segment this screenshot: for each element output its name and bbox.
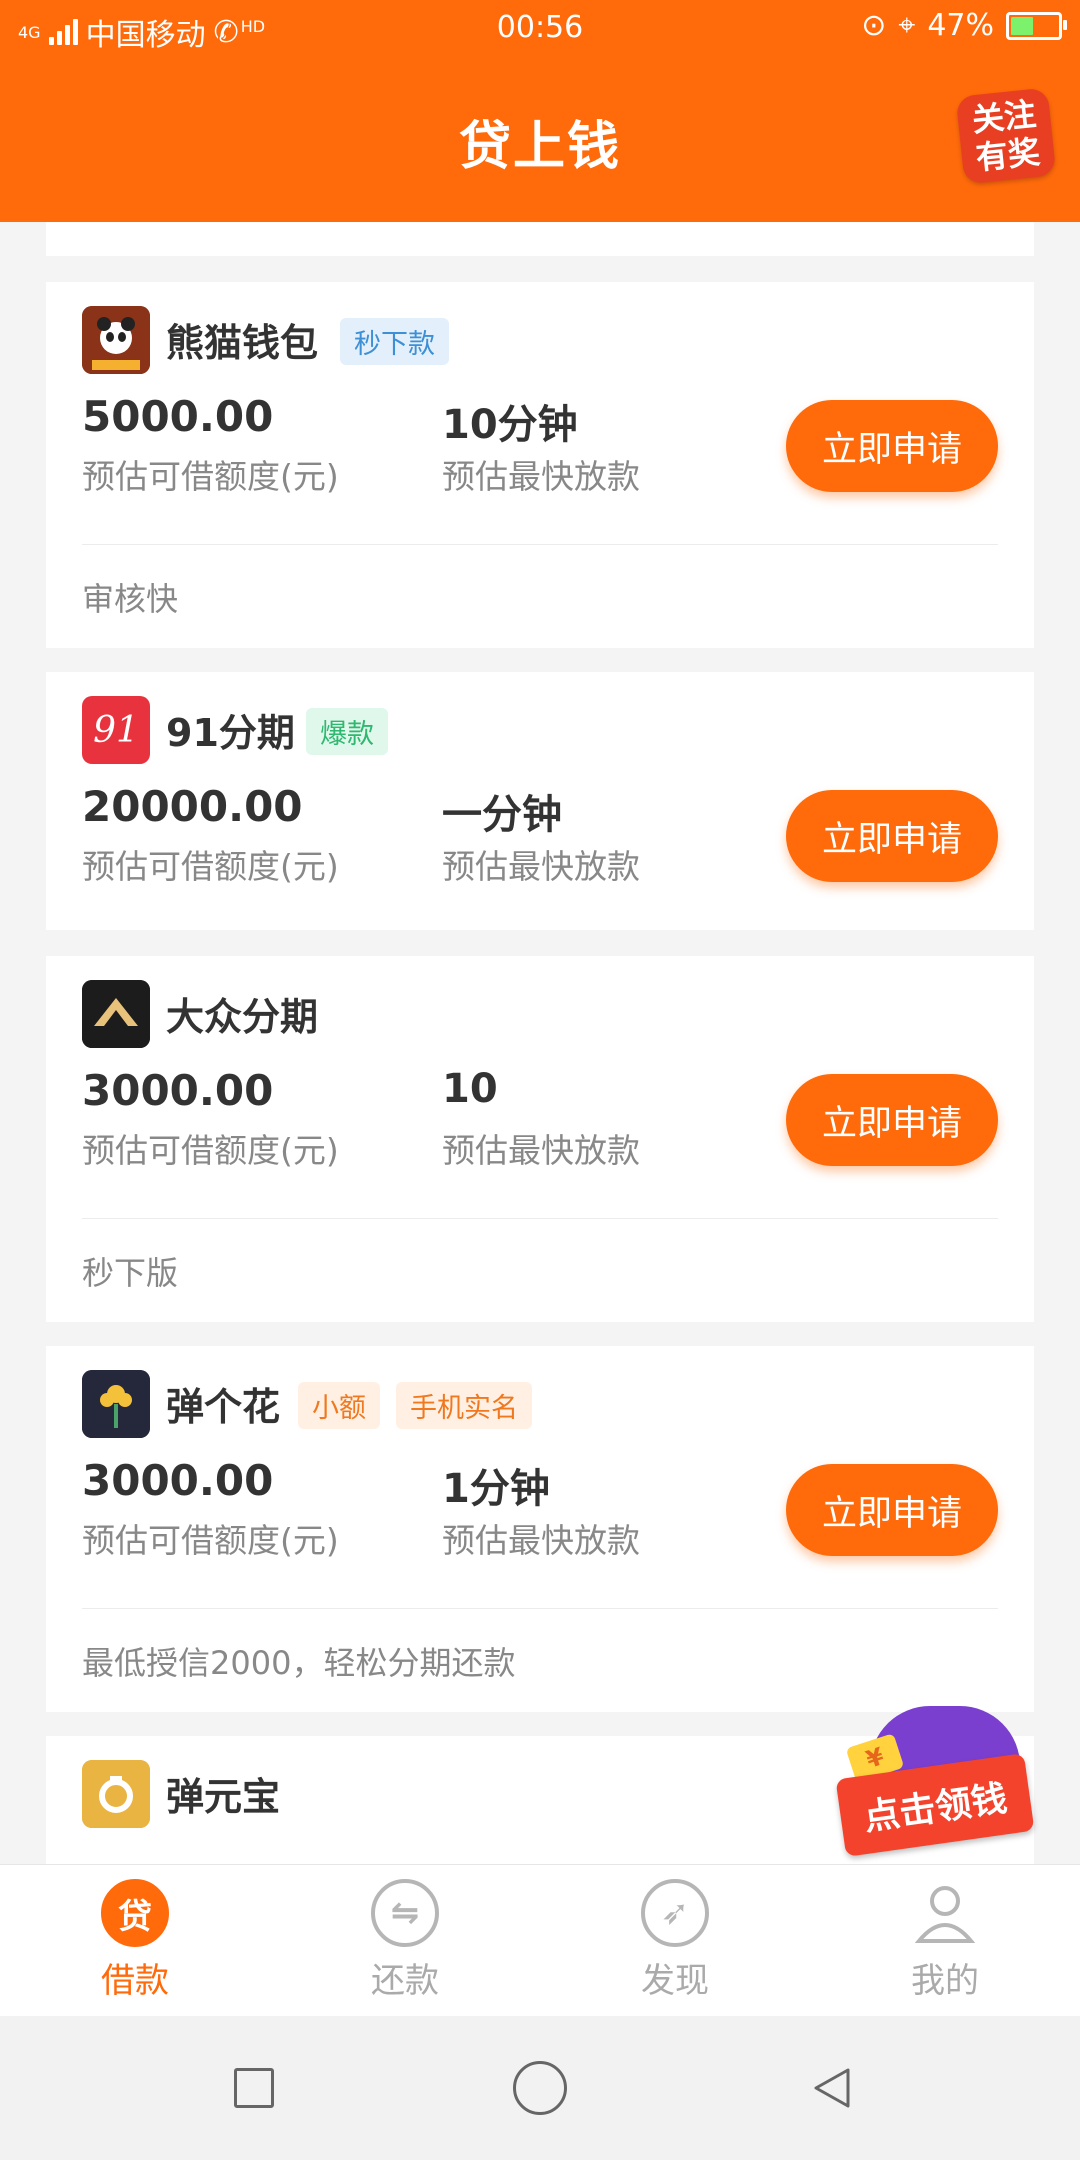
tag: 手机实名 [396,1382,532,1429]
discover-icon: ➶ [641,1879,709,1947]
dazhong-logo-icon [82,980,150,1048]
page-title: 贷上钱 [458,117,621,177]
loan-amount-label: 预估可借额度(元) [82,847,339,886]
bottom-navigation: 贷 借款 ⇋ 还款 ➶ 发现 我的 [0,1864,1080,2017]
recent-apps-button[interactable] [234,2068,274,2108]
loan-time-label: 预估最快放款 [442,847,640,886]
loan-name: 大众分期 [166,995,319,1039]
location-icon: ⌖ [898,8,916,43]
follow-reward-badge[interactable]: 关注 有奖 [955,87,1057,185]
rotation-lock-icon: ⊙ [861,8,887,43]
nav-item-repay[interactable]: ⇋ 还款 [270,1879,540,2002]
nav-label: 还款 [371,1961,439,2001]
loan-name: 弹元宝 [166,1775,281,1819]
nav-label: 发现 [641,1961,709,2001]
loan-amount: 20000.00 [82,782,303,831]
loan-amount: 3000.00 [82,1456,274,1505]
logo-text: 91 [93,709,139,751]
nav-label: 借款 [101,1961,169,2001]
apply-button[interactable]: 立即申请 [786,400,998,492]
divider [82,1218,998,1219]
loan-note: 秒下版 [82,1254,179,1292]
loan-time: 10 [442,1066,498,1112]
repay-icon: ⇋ [371,1879,439,1947]
loan-card[interactable]: 熊猫钱包 秒下款 5000.00 预估可借额度(元) 10分钟 预估最快放款 立… [46,282,1034,648]
loan-time: 10分钟 [442,402,578,448]
loan-amount-label: 预估可借额度(元) [82,457,339,496]
loan-amount: 3000.00 [82,1066,274,1115]
loan-note: 最低授信2000，轻松分期还款 [82,1644,516,1682]
app-header: 4G 中国移动 ✆ HD 00:56 ⊙ ⌖ 47% 贷上钱 关注 有奖 [0,0,1080,222]
battery-percent: 47% [927,8,994,43]
tanyuanbao-logo-icon [82,1760,150,1828]
nav-item-loan[interactable]: 贷 借款 [0,1879,270,2002]
loan-amount-label: 预估可借额度(元) [82,1131,339,1170]
loan-card[interactable]: 大众分期 3000.00 预估可借额度(元) 10 预估最快放款 立即申请 秒下… [46,956,1034,1322]
panda-wallet-logo-icon [82,306,150,374]
back-button[interactable] [808,2064,856,2112]
loan-note: 审核快 [82,580,179,618]
tag: 爆款 [306,708,388,755]
apply-button[interactable]: 立即申请 [786,1074,998,1166]
tag-list: 爆款 [306,708,388,755]
loan-name: 熊猫钱包 [166,321,319,365]
tag-list: 小额 手机实名 [298,1382,532,1429]
loan-card[interactable]: 91 91分期 爆款 20000.00 预估可借额度(元) 一分钟 预估最快放款… [46,672,1034,930]
nav-label: 我的 [911,1961,979,2001]
tangehua-logo-icon [82,1370,150,1438]
divider [82,1608,998,1609]
home-button[interactable] [513,2061,567,2115]
loan-card[interactable]: 弹个花 小额 手机实名 3000.00 预估可借额度(元) 1分钟 预估最快放款… [46,1346,1034,1712]
fenqi91-logo-icon: 91 [82,696,150,764]
nav-item-profile[interactable]: 我的 [810,1879,1080,2002]
nav-item-discover[interactable]: ➶ 发现 [540,1879,810,2002]
loan-name: 弹个花 [166,1385,281,1429]
tag: 小额 [298,1382,380,1429]
loan-time: 1分钟 [442,1466,550,1512]
tag-list: 秒下款 [340,318,449,365]
loan-icon: 贷 [101,1879,169,1947]
loan-time-label: 预估最快放款 [442,1521,640,1560]
loan-time-label: 预估最快放款 [442,457,640,496]
loan-amount-label: 预估可借额度(元) [82,1521,339,1560]
loan-amount: 5000.00 [82,392,274,441]
tag: 秒下款 [340,318,449,365]
apply-button[interactable]: 立即申请 [786,790,998,882]
system-navigation-bar [0,2016,1080,2160]
status-bar: 4G 中国移动 ✆ HD 00:56 ⊙ ⌖ 47% [0,0,1080,56]
battery-icon [1006,11,1067,40]
loan-card-partial [46,222,1034,256]
loan-name: 91分期 [166,711,295,755]
claim-money-promo[interactable]: ¥ 点击领钱 [835,1706,1040,1864]
divider [82,544,998,545]
follow-reward-line2: 有奖 [974,132,1042,178]
profile-icon [911,1879,979,1947]
loan-time: 一分钟 [442,792,562,838]
loan-time-label: 预估最快放款 [442,1131,640,1170]
loan-list[interactable]: 熊猫钱包 秒下款 5000.00 预估可借额度(元) 10分钟 预估最快放款 立… [0,222,1080,1864]
apply-button[interactable]: 立即申请 [786,1464,998,1556]
